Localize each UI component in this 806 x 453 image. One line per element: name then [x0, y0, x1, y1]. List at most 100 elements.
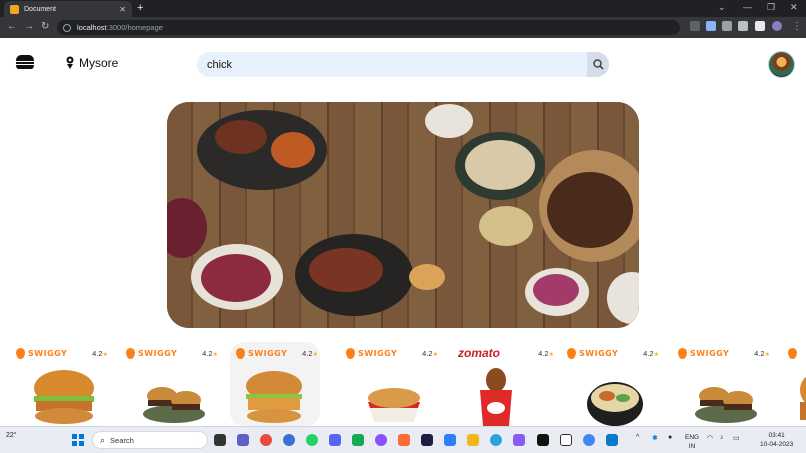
- brand-logo: zomato: [458, 346, 500, 360]
- food-card[interactable]: SWIGGY 4.2★: [565, 344, 661, 426]
- location-selector[interactable]: Mysore: [65, 56, 118, 70]
- browser-toolbar: ← → ↻ localhost:3000/homepage ⋮: [0, 17, 806, 38]
- extension-icon[interactable]: [722, 21, 732, 31]
- search-bar: [197, 52, 609, 77]
- bluetooth-icon[interactable]: ✱: [652, 434, 658, 442]
- rating: 4.2★: [302, 349, 318, 358]
- food-card[interactable]: SWIGGY 4.2★: [124, 344, 220, 426]
- discord-icon[interactable]: [329, 434, 341, 446]
- star-icon: ★: [548, 352, 554, 358]
- app-icon[interactable]: [283, 434, 295, 446]
- chevron-up-icon[interactable]: ^: [636, 434, 639, 441]
- reload-icon[interactable]: ↻: [41, 21, 49, 32]
- sidepanel-icon[interactable]: [755, 21, 765, 31]
- battery-icon[interactable]: ▭: [733, 434, 740, 442]
- extension-icon[interactable]: [706, 21, 716, 31]
- address-bar[interactable]: localhost:3000/homepage: [57, 20, 680, 35]
- language-indicator[interactable]: ENG IN: [685, 433, 699, 451]
- file-explorer-icon[interactable]: [467, 434, 479, 446]
- app-icon[interactable]: [444, 434, 456, 446]
- star-icon: ★: [212, 352, 218, 358]
- brand-logo: SWIGGY: [16, 348, 67, 359]
- star-icon: ★: [102, 352, 108, 358]
- app-icon[interactable]: [375, 434, 387, 446]
- rice-bowl-image: [587, 382, 643, 426]
- taskbar-search[interactable]: ⌕ Search: [92, 431, 208, 449]
- rating: 4.2★: [538, 349, 554, 358]
- star-icon: ★: [312, 352, 318, 358]
- tab-search-icon[interactable]: ⌄: [718, 2, 726, 13]
- notion-icon[interactable]: [560, 434, 572, 446]
- star-icon: ★: [764, 352, 770, 358]
- swiggy-logo-icon: [346, 348, 355, 359]
- swiggy-logo-icon: [236, 348, 245, 359]
- close-window-button[interactable]: ✕: [790, 2, 798, 13]
- location-text: Mysore: [79, 56, 119, 70]
- header: Mysore: [0, 38, 806, 94]
- vscode-icon[interactable]: [606, 434, 618, 446]
- menu-icon[interactable]: ⋮: [792, 21, 802, 32]
- search-input[interactable]: [207, 56, 577, 73]
- rating: 4.2★: [202, 349, 218, 358]
- site-info-icon[interactable]: [63, 23, 71, 32]
- mic-icon[interactable]: ●: [668, 434, 672, 441]
- terminal-icon[interactable]: [537, 434, 549, 446]
- search-button[interactable]: [587, 52, 609, 77]
- restaurant-card-row: SWIGGY 4.2★ SWIGGY 4.2★ SWIGGY 4.2★ SWIG…: [0, 342, 806, 426]
- food-card[interactable]: [786, 344, 806, 426]
- restore-button[interactable]: ❐: [767, 2, 775, 13]
- url-text: localhost:3000/homepage: [77, 23, 163, 32]
- food-card[interactable]: SWIGGY 4.2★: [344, 344, 440, 426]
- volume-icon[interactable]: ♪: [720, 434, 724, 441]
- food-card[interactable]: SWIGGY 4.2★: [676, 344, 772, 426]
- burger-logo-icon[interactable]: [16, 55, 34, 70]
- wifi-icon[interactable]: ◠: [707, 434, 713, 442]
- brand-logo: SWIGGY: [567, 348, 618, 359]
- user-avatar[interactable]: [768, 51, 795, 78]
- postman-icon[interactable]: [398, 434, 410, 446]
- os-taskbar: 22° ⌕ Search ^ ✱ ● ENG IN ◠ ♪ ▭ 03:41 10-0…: [0, 426, 806, 453]
- mongodb-icon[interactable]: [352, 434, 364, 446]
- favicon-icon: [10, 4, 19, 14]
- swiggy-logo-icon: [567, 348, 576, 359]
- brand-logo: SWIGGY: [346, 348, 397, 359]
- new-tab-button[interactable]: +: [137, 2, 143, 14]
- app-icon[interactable]: [513, 434, 525, 446]
- swiggy-logo-icon: [788, 348, 797, 359]
- rating: 4.2★: [754, 349, 770, 358]
- back-icon[interactable]: ←: [7, 21, 17, 32]
- teams-icon[interactable]: [237, 434, 249, 446]
- brand-logo: [788, 348, 800, 359]
- windows-start-icon[interactable]: [72, 434, 84, 446]
- profile-icon[interactable]: [772, 21, 782, 31]
- brand-logo: SWIGGY: [126, 348, 177, 359]
- telegram-icon[interactable]: [490, 434, 502, 446]
- rating: 4.2★: [92, 349, 108, 358]
- taskview-icon[interactable]: [214, 434, 226, 446]
- popcorn-chicken-image: [368, 388, 420, 422]
- sliders-image: [143, 387, 205, 423]
- puzzle-icon[interactable]: [738, 21, 748, 31]
- chicken-burger-image: [34, 370, 94, 424]
- chicken-bucket-image: [480, 368, 512, 426]
- forward-icon[interactable]: →: [24, 21, 34, 32]
- chrome-icon[interactable]: [260, 434, 272, 446]
- extension-icon[interactable]: [690, 21, 700, 31]
- weather-widget[interactable]: 22°: [6, 432, 17, 439]
- food-card[interactable]: SWIGGY 4.2★: [14, 344, 110, 426]
- clock[interactable]: 03:41 10-04-2023: [760, 431, 793, 449]
- rating: 4.2★: [643, 349, 659, 358]
- food-card[interactable]: zomato 4.2★: [456, 344, 556, 426]
- app-icon[interactable]: [421, 434, 433, 446]
- search-icon: ⌕: [100, 434, 106, 445]
- whatsapp-icon[interactable]: [306, 434, 318, 446]
- browser-tab[interactable]: Document ✕: [4, 1, 132, 17]
- minimize-button[interactable]: —: [743, 2, 752, 12]
- sliders-image: [695, 387, 757, 423]
- swiggy-logo-icon: [126, 348, 135, 359]
- location-pin-icon: [66, 56, 74, 69]
- chrome-active-icon[interactable]: [583, 434, 595, 446]
- food-card[interactable]: SWIGGY 4.2★: [230, 342, 320, 426]
- close-tab-icon[interactable]: ✕: [119, 5, 126, 14]
- swiggy-logo-icon: [678, 348, 687, 359]
